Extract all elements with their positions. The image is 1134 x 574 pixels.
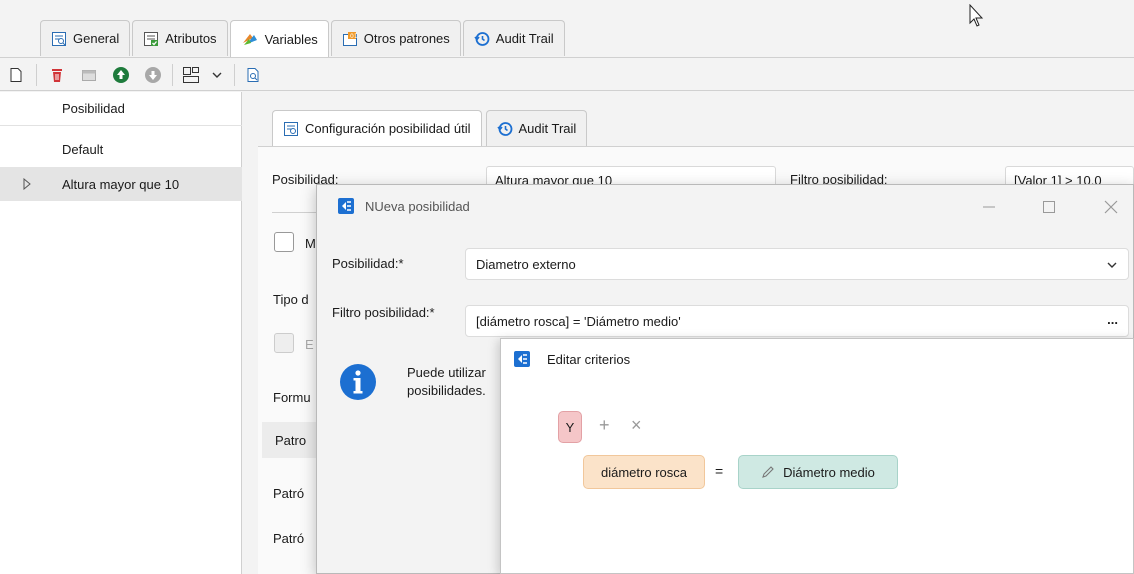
checkbox-e[interactable] xyxy=(274,333,294,353)
list-header-label: Posibilidad xyxy=(62,101,125,116)
maximize-button[interactable] xyxy=(1041,199,1057,215)
tab-atributos[interactable]: Atributos xyxy=(132,20,228,56)
patron-label: Patro xyxy=(275,433,307,448)
move-up-button[interactable] xyxy=(110,64,132,86)
filtro-input-value: [diámetro rosca] = 'Diámetro medio' xyxy=(476,313,681,329)
tab-audit-trail-label: Audit Trail xyxy=(495,31,554,46)
info-text-line2: posibilidades. xyxy=(407,383,486,398)
move-down-button[interactable] xyxy=(142,64,164,86)
history-icon xyxy=(496,121,513,137)
dialog-titlebar: NUeva posibilidad xyxy=(317,185,1133,231)
remove-criteria-button[interactable]: × xyxy=(631,415,642,436)
tab-audit-trail-sub-label: Audit Trail xyxy=(518,121,577,136)
report-icon xyxy=(51,31,67,47)
pencil-icon xyxy=(761,465,775,479)
history-icon xyxy=(474,31,490,47)
more-options-button[interactable]: ... xyxy=(1107,312,1118,327)
info-text-line1: Puede utilizar xyxy=(407,365,486,380)
list-item-label: Altura mayor que 10 xyxy=(62,176,180,192)
chevron-down-icon[interactable] xyxy=(1106,259,1118,271)
preview-button[interactable] xyxy=(242,64,264,86)
checkbox-m[interactable] xyxy=(274,232,294,252)
patterns-icon: 01 xyxy=(342,31,358,47)
posibilidad-list: Posibilidad Default Altura mayor que 10 xyxy=(0,92,242,574)
form-icon xyxy=(337,197,355,215)
tab-audit-trail-sub[interactable]: Audit Trail xyxy=(485,110,588,146)
tab-general-label: General xyxy=(73,31,120,46)
variables-icon xyxy=(241,31,259,47)
minimize-button[interactable] xyxy=(981,199,997,215)
list-header: Posibilidad xyxy=(0,92,242,126)
tab-otros-patrones-label: Otros patrones xyxy=(363,31,450,46)
editar-criterios-dialog: Editar criterios Y + × diámetro rosca = … xyxy=(500,338,1134,574)
top-tab-bar: General Atributos Variables 01 Otros pat… xyxy=(40,20,567,57)
chevron-down-icon[interactable] xyxy=(206,64,228,86)
dialog-title: NUeva posibilidad xyxy=(365,199,470,214)
patron-label-2: Patró xyxy=(273,486,305,501)
operator-chip[interactable]: Y xyxy=(558,411,582,443)
tab-configuracion-label: Configuración posibilidad útil xyxy=(305,121,471,136)
tab-otros-patrones[interactable]: 01 Otros patrones xyxy=(330,20,461,56)
filtro-label: Filtro posibilidad:* xyxy=(332,305,435,320)
window-button[interactable] xyxy=(78,64,100,86)
tab-variables[interactable]: Variables xyxy=(229,20,329,57)
svg-text:01: 01 xyxy=(350,33,358,40)
value-chip-label: Diámetro medio xyxy=(783,464,875,480)
sub-tab-bar: Configuración posibilidad útil Audit Tra… xyxy=(272,110,591,146)
checkbox-m-label: M xyxy=(305,236,316,251)
divider xyxy=(272,212,316,213)
info-icon xyxy=(339,363,377,401)
close-button[interactable] xyxy=(1103,199,1119,215)
tab-configuracion[interactable]: Configuración posibilidad útil xyxy=(272,110,482,146)
editar-title: Editar criterios xyxy=(547,352,631,367)
tab-atributos-label: Atributos xyxy=(165,31,217,46)
tab-audit-trail[interactable]: Audit Trail xyxy=(462,20,565,56)
mouse-cursor-icon xyxy=(968,4,984,28)
list-item-label: Default xyxy=(62,141,104,157)
value-chip[interactable]: Diámetro medio xyxy=(738,455,898,489)
report-icon xyxy=(283,121,299,137)
patron-label-3: Patró xyxy=(273,531,305,546)
tipo-label: Tipo d xyxy=(273,292,309,307)
checkbox-e-label: E xyxy=(305,337,314,352)
expand-arrow-icon[interactable] xyxy=(22,178,32,190)
posibilidad-label: Posibilidad:* xyxy=(332,256,404,271)
formula-label: Formu xyxy=(273,390,311,405)
attributes-icon xyxy=(143,31,159,47)
tab-variables-label: Variables xyxy=(264,31,318,47)
posibilidad-dropdown-value: Diametro externo xyxy=(476,256,576,272)
delete-button[interactable] xyxy=(46,64,68,86)
layout-options-button[interactable] xyxy=(180,64,202,86)
new-document-button[interactable] xyxy=(5,64,27,86)
toolbar xyxy=(0,57,1134,91)
list-item-default[interactable]: Default xyxy=(0,132,242,166)
add-criteria-button[interactable]: + xyxy=(599,415,610,436)
filtro-input[interactable]: [diámetro rosca] = 'Diámetro medio' ... xyxy=(465,305,1129,337)
list-item-altura[interactable]: Altura mayor que 10 xyxy=(0,167,242,201)
posibilidad-dropdown[interactable]: Diametro externo xyxy=(465,248,1129,280)
form-icon xyxy=(513,350,531,368)
equals-operator[interactable]: = xyxy=(715,463,723,479)
field-chip[interactable]: diámetro rosca xyxy=(583,455,705,489)
tab-general[interactable]: General xyxy=(40,20,131,56)
